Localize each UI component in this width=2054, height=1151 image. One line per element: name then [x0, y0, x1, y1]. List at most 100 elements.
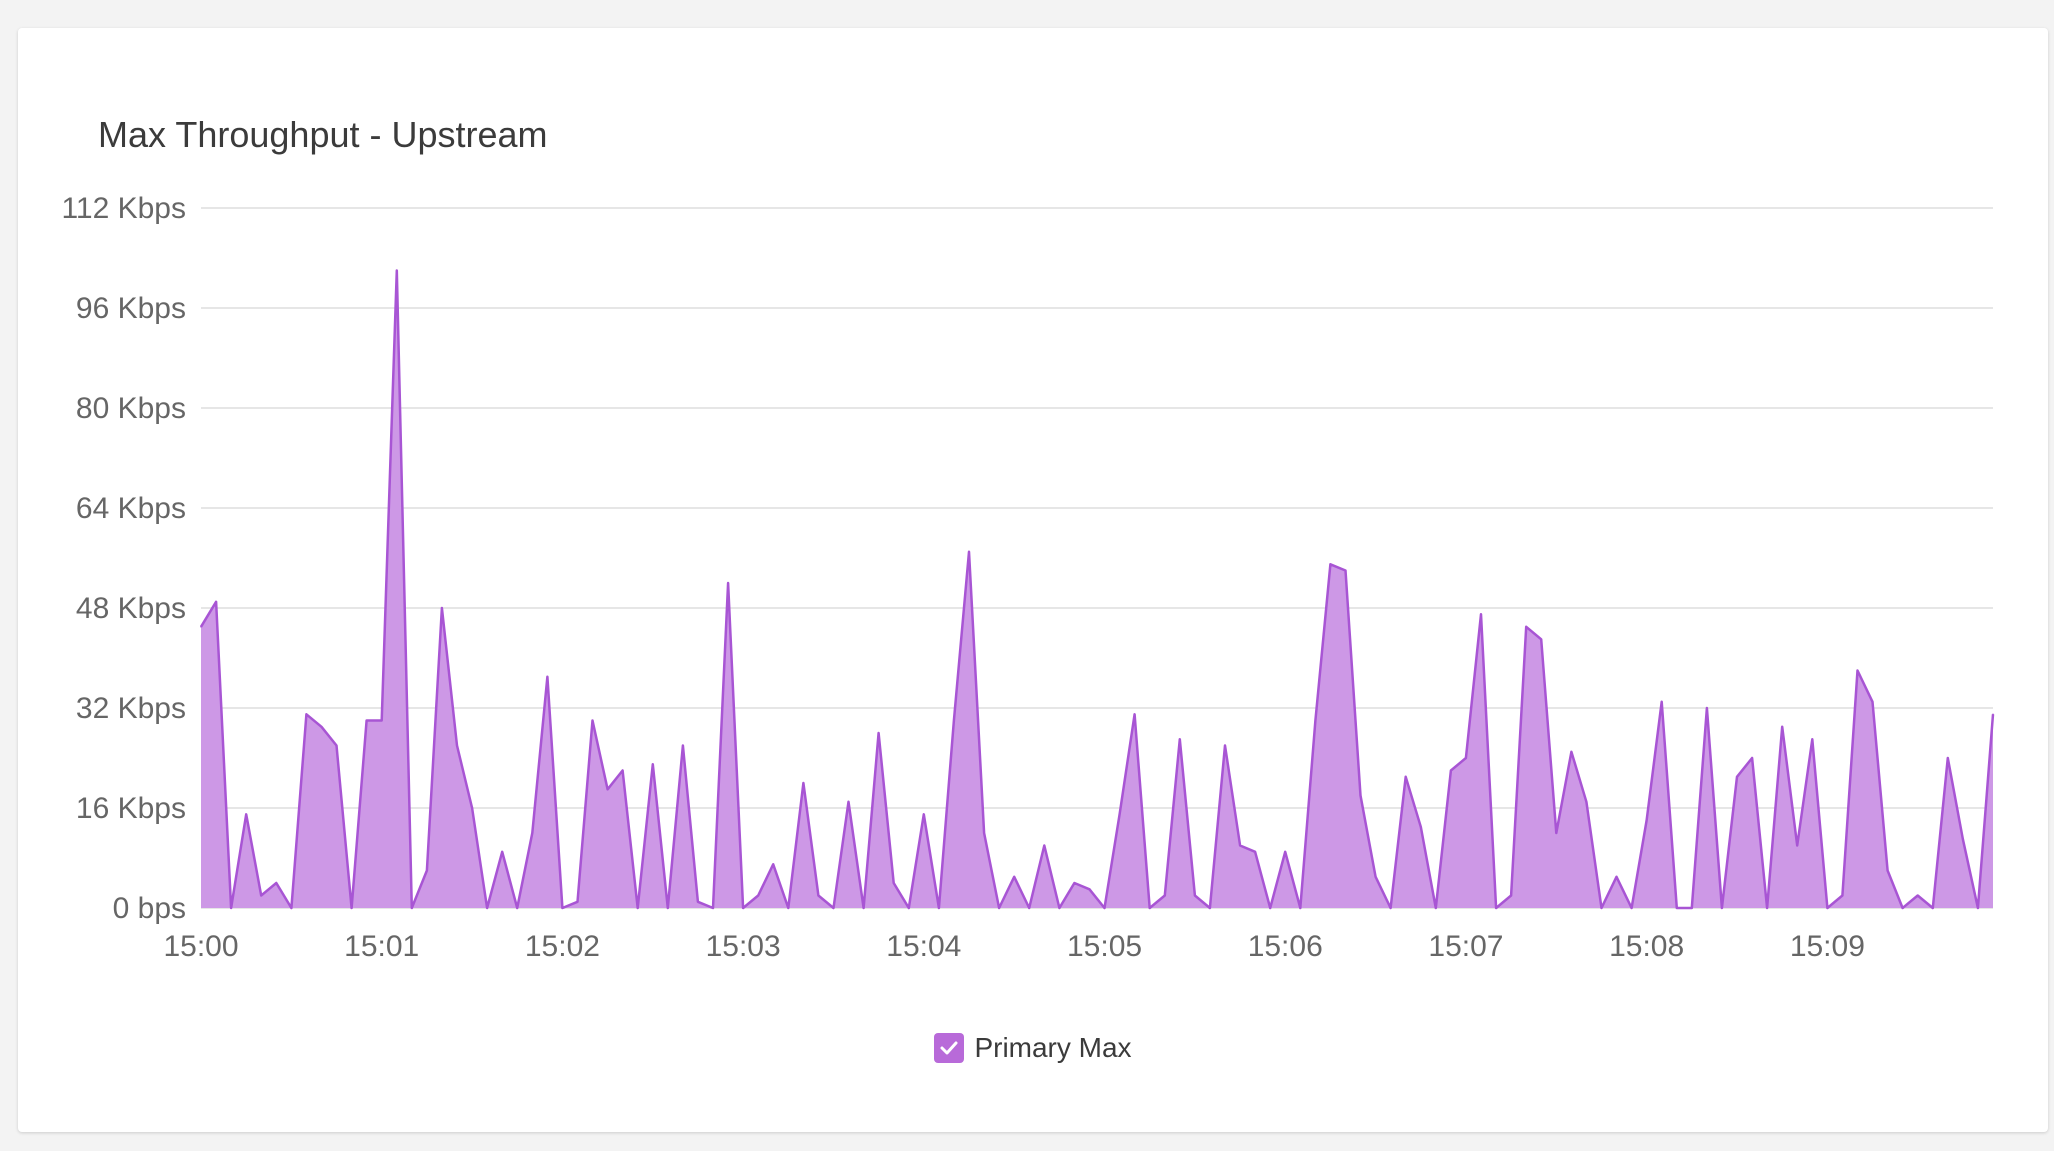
data-point	[1495, 907, 1497, 909]
data-point	[953, 720, 955, 722]
data-point	[1405, 776, 1407, 778]
legend-checkbox[interactable]	[934, 1033, 964, 1063]
data-point	[1540, 639, 1542, 641]
data-point	[878, 732, 880, 734]
legend[interactable]: Primary Max	[18, 1032, 2048, 1064]
data-point	[230, 907, 232, 909]
data-point	[1465, 757, 1467, 759]
data-point	[1556, 832, 1558, 834]
x-tick-label: 15:04	[886, 930, 961, 963]
x-tick-label: 15:05	[1067, 930, 1142, 963]
data-point	[1044, 845, 1046, 847]
data-point	[532, 832, 534, 834]
y-tick-labels: 0 bps16 Kbps32 Kbps48 Kbps64 Kbps80 Kbps…	[61, 192, 186, 925]
data-point	[1104, 907, 1106, 909]
data-point	[1269, 907, 1271, 909]
data-point	[1706, 707, 1708, 709]
data-point	[1751, 757, 1753, 759]
data-point	[1827, 907, 1829, 909]
data-point	[501, 851, 503, 853]
data-point	[772, 864, 774, 866]
legend-label-primary-max: Primary Max	[974, 1032, 1131, 1064]
x-tick-label: 15:08	[1609, 930, 1684, 963]
data-point	[1947, 757, 1949, 759]
data-point	[1510, 895, 1512, 897]
data-point	[562, 907, 564, 909]
data-point	[276, 882, 278, 884]
data-point	[1074, 882, 1076, 884]
y-tick-label: 0 bps	[113, 892, 186, 925]
data-point	[1134, 714, 1136, 716]
data-point	[1315, 720, 1317, 722]
data-point	[1224, 745, 1226, 747]
data-point	[757, 895, 759, 897]
data-point	[1917, 895, 1919, 897]
data-point	[577, 901, 579, 903]
data-point	[923, 814, 925, 816]
data-point	[1119, 814, 1121, 816]
y-tick-label: 96 Kbps	[76, 292, 186, 325]
data-point	[1089, 889, 1091, 891]
checkmark-icon	[938, 1037, 960, 1059]
data-point	[682, 745, 684, 747]
x-tick-label: 15:01	[344, 930, 419, 963]
x-tick-label: 15:06	[1248, 930, 1323, 963]
data-point	[441, 607, 443, 609]
x-tick-label: 15:03	[706, 930, 781, 963]
data-point	[1450, 770, 1452, 772]
data-point	[697, 901, 699, 903]
data-point	[456, 745, 458, 747]
y-tick-label: 48 Kbps	[76, 592, 186, 625]
data-point	[1300, 907, 1302, 909]
data-point	[1661, 701, 1663, 703]
data-point	[607, 789, 609, 791]
data-point	[1736, 776, 1738, 778]
data-point	[1766, 907, 1768, 909]
data-point	[1721, 907, 1723, 909]
data-point	[381, 720, 383, 722]
data-point	[1013, 876, 1015, 878]
data-point	[1812, 739, 1814, 741]
data-point	[803, 782, 805, 784]
data-point	[1209, 907, 1211, 909]
x-tick-label: 15:00	[163, 930, 238, 963]
data-point	[1992, 714, 1994, 716]
data-point	[848, 801, 850, 803]
data-point	[1616, 876, 1618, 878]
data-point	[1676, 907, 1678, 909]
data-point	[1601, 907, 1603, 909]
data-point	[291, 907, 293, 909]
data-point	[1887, 870, 1889, 872]
chart-plot: 0 bps16 Kbps32 Kbps48 Kbps64 Kbps80 Kbps…	[18, 28, 2048, 1132]
data-point	[667, 907, 669, 909]
y-tick-label: 16 Kbps	[76, 792, 186, 825]
data-point	[1028, 907, 1030, 909]
data-point	[411, 907, 413, 909]
data-point	[983, 832, 985, 834]
data-point	[306, 714, 308, 716]
data-point	[366, 720, 368, 722]
y-tick-label: 32 Kbps	[76, 692, 186, 725]
data-point	[1390, 907, 1392, 909]
data-point	[1872, 701, 1874, 703]
data-point	[998, 907, 1000, 909]
data-point	[396, 270, 398, 272]
data-point	[968, 551, 970, 553]
data-point	[1345, 570, 1347, 572]
y-tick-label: 64 Kbps	[76, 492, 186, 525]
data-point	[245, 814, 247, 816]
data-point	[622, 770, 624, 772]
data-point	[893, 882, 895, 884]
data-point	[652, 764, 654, 766]
data-point	[471, 807, 473, 809]
data-point	[938, 907, 940, 909]
data-point	[1571, 751, 1573, 753]
data-point	[215, 601, 217, 603]
data-point	[1796, 845, 1798, 847]
data-point	[908, 907, 910, 909]
data-point	[1330, 564, 1332, 566]
data-point	[1842, 895, 1844, 897]
x-tick-label: 15:07	[1428, 930, 1503, 963]
x-tick-labels: 15:0015:0115:0215:0315:0415:0515:0615:07…	[163, 930, 1864, 963]
data-point	[1932, 907, 1934, 909]
